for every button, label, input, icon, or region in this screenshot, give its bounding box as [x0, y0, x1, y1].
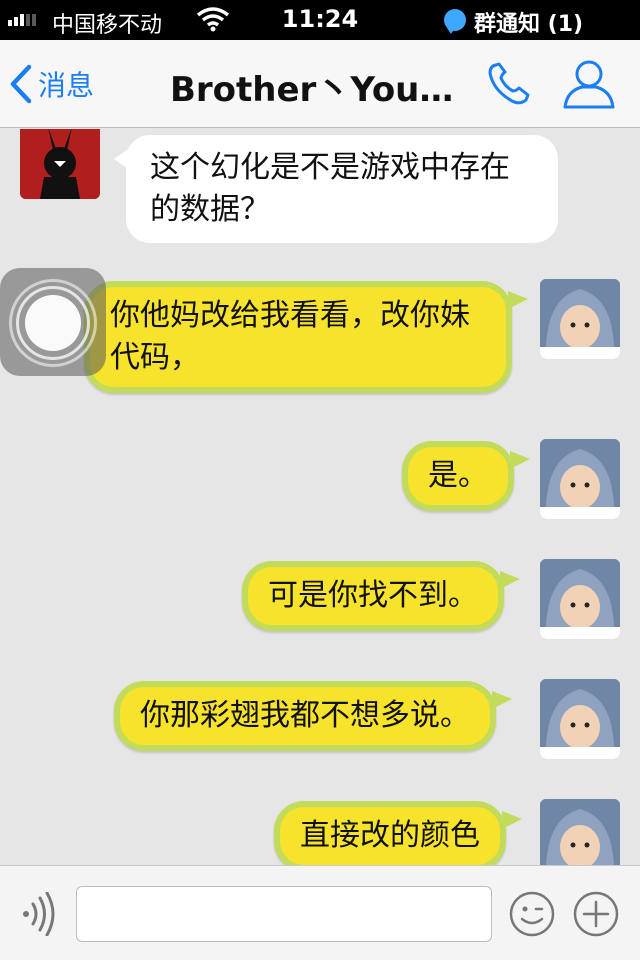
message-text: 是。: [428, 458, 488, 493]
chat-bubble-icon: [444, 9, 466, 34]
carrier-name: 中国移不动: [52, 13, 163, 38]
person-icon[interactable]: [562, 58, 616, 110]
assistive-touch-core: [25, 295, 81, 351]
input-bar: [0, 865, 640, 960]
group-notification[interactable]: 群通知 (1): [474, 6, 583, 38]
message-input[interactable]: [76, 886, 492, 942]
back-label: 消息: [38, 69, 95, 102]
assistive-touch-button[interactable]: [0, 268, 106, 376]
nav-bar: 消息 Brother丶Youn…: [0, 40, 640, 128]
emoji-icon[interactable]: [508, 890, 556, 938]
my-avatar[interactable]: [540, 279, 620, 359]
my-avatar[interactable]: [540, 559, 620, 639]
kid-avatar-icon: [540, 559, 620, 639]
message-text: 直接改的颜色: [300, 818, 480, 853]
plus-icon[interactable]: [572, 890, 620, 938]
contact-avatar[interactable]: [20, 129, 100, 199]
my-avatar[interactable]: [540, 679, 620, 759]
back-button[interactable]: 消息: [8, 60, 94, 108]
message-text: 这个幻化是不是游戏中存在的数据？: [150, 150, 510, 227]
my-avatar[interactable]: [540, 439, 620, 519]
message-bubble-incoming[interactable]: 这个幻化是不是游戏中存在的数据？: [114, 135, 558, 243]
signal-strength-icon: [8, 14, 36, 26]
message-text: 你那彩翅我都不想多说。: [140, 698, 470, 733]
kid-avatar-icon: [540, 279, 620, 359]
message-text: 可是你找不到。: [268, 578, 478, 613]
chat-area[interactable]: 这个幻化是不是游戏中存在的数据？ 你他妈改给我看看，改你妹代码， 是。 可是你找…: [0, 129, 640, 865]
status-bar: 中国移不动 11:24 群通知 (1): [0, 0, 640, 40]
kid-avatar-icon: [540, 679, 620, 759]
conversation-title-text: Brother丶Youn…: [170, 70, 470, 110]
phone-icon[interactable]: [484, 60, 534, 108]
message-bubble-outgoing[interactable]: 是。: [402, 441, 530, 511]
message-bubble-outgoing[interactable]: 可是你找不到。: [242, 561, 520, 631]
chevron-left-icon: [10, 64, 32, 104]
message-text: 你他妈改给我看看，改你妹代码，: [110, 298, 470, 375]
kid-avatar-icon: [540, 799, 620, 865]
my-avatar[interactable]: [540, 799, 620, 865]
kid-avatar-icon: [540, 439, 620, 519]
wifi-icon: [196, 7, 230, 32]
voice-icon[interactable]: [18, 892, 58, 936]
message-bubble-outgoing[interactable]: 直接改的颜色: [274, 801, 522, 865]
bunny-avatar-icon: [20, 129, 100, 199]
message-bubble-outgoing[interactable]: 你那彩翅我都不想多说。: [114, 681, 512, 751]
message-bubble-outgoing[interactable]: 你他妈改给我看看，改你妹代码，: [84, 281, 528, 393]
conversation-title: Brother丶Youn…: [0, 62, 640, 120]
